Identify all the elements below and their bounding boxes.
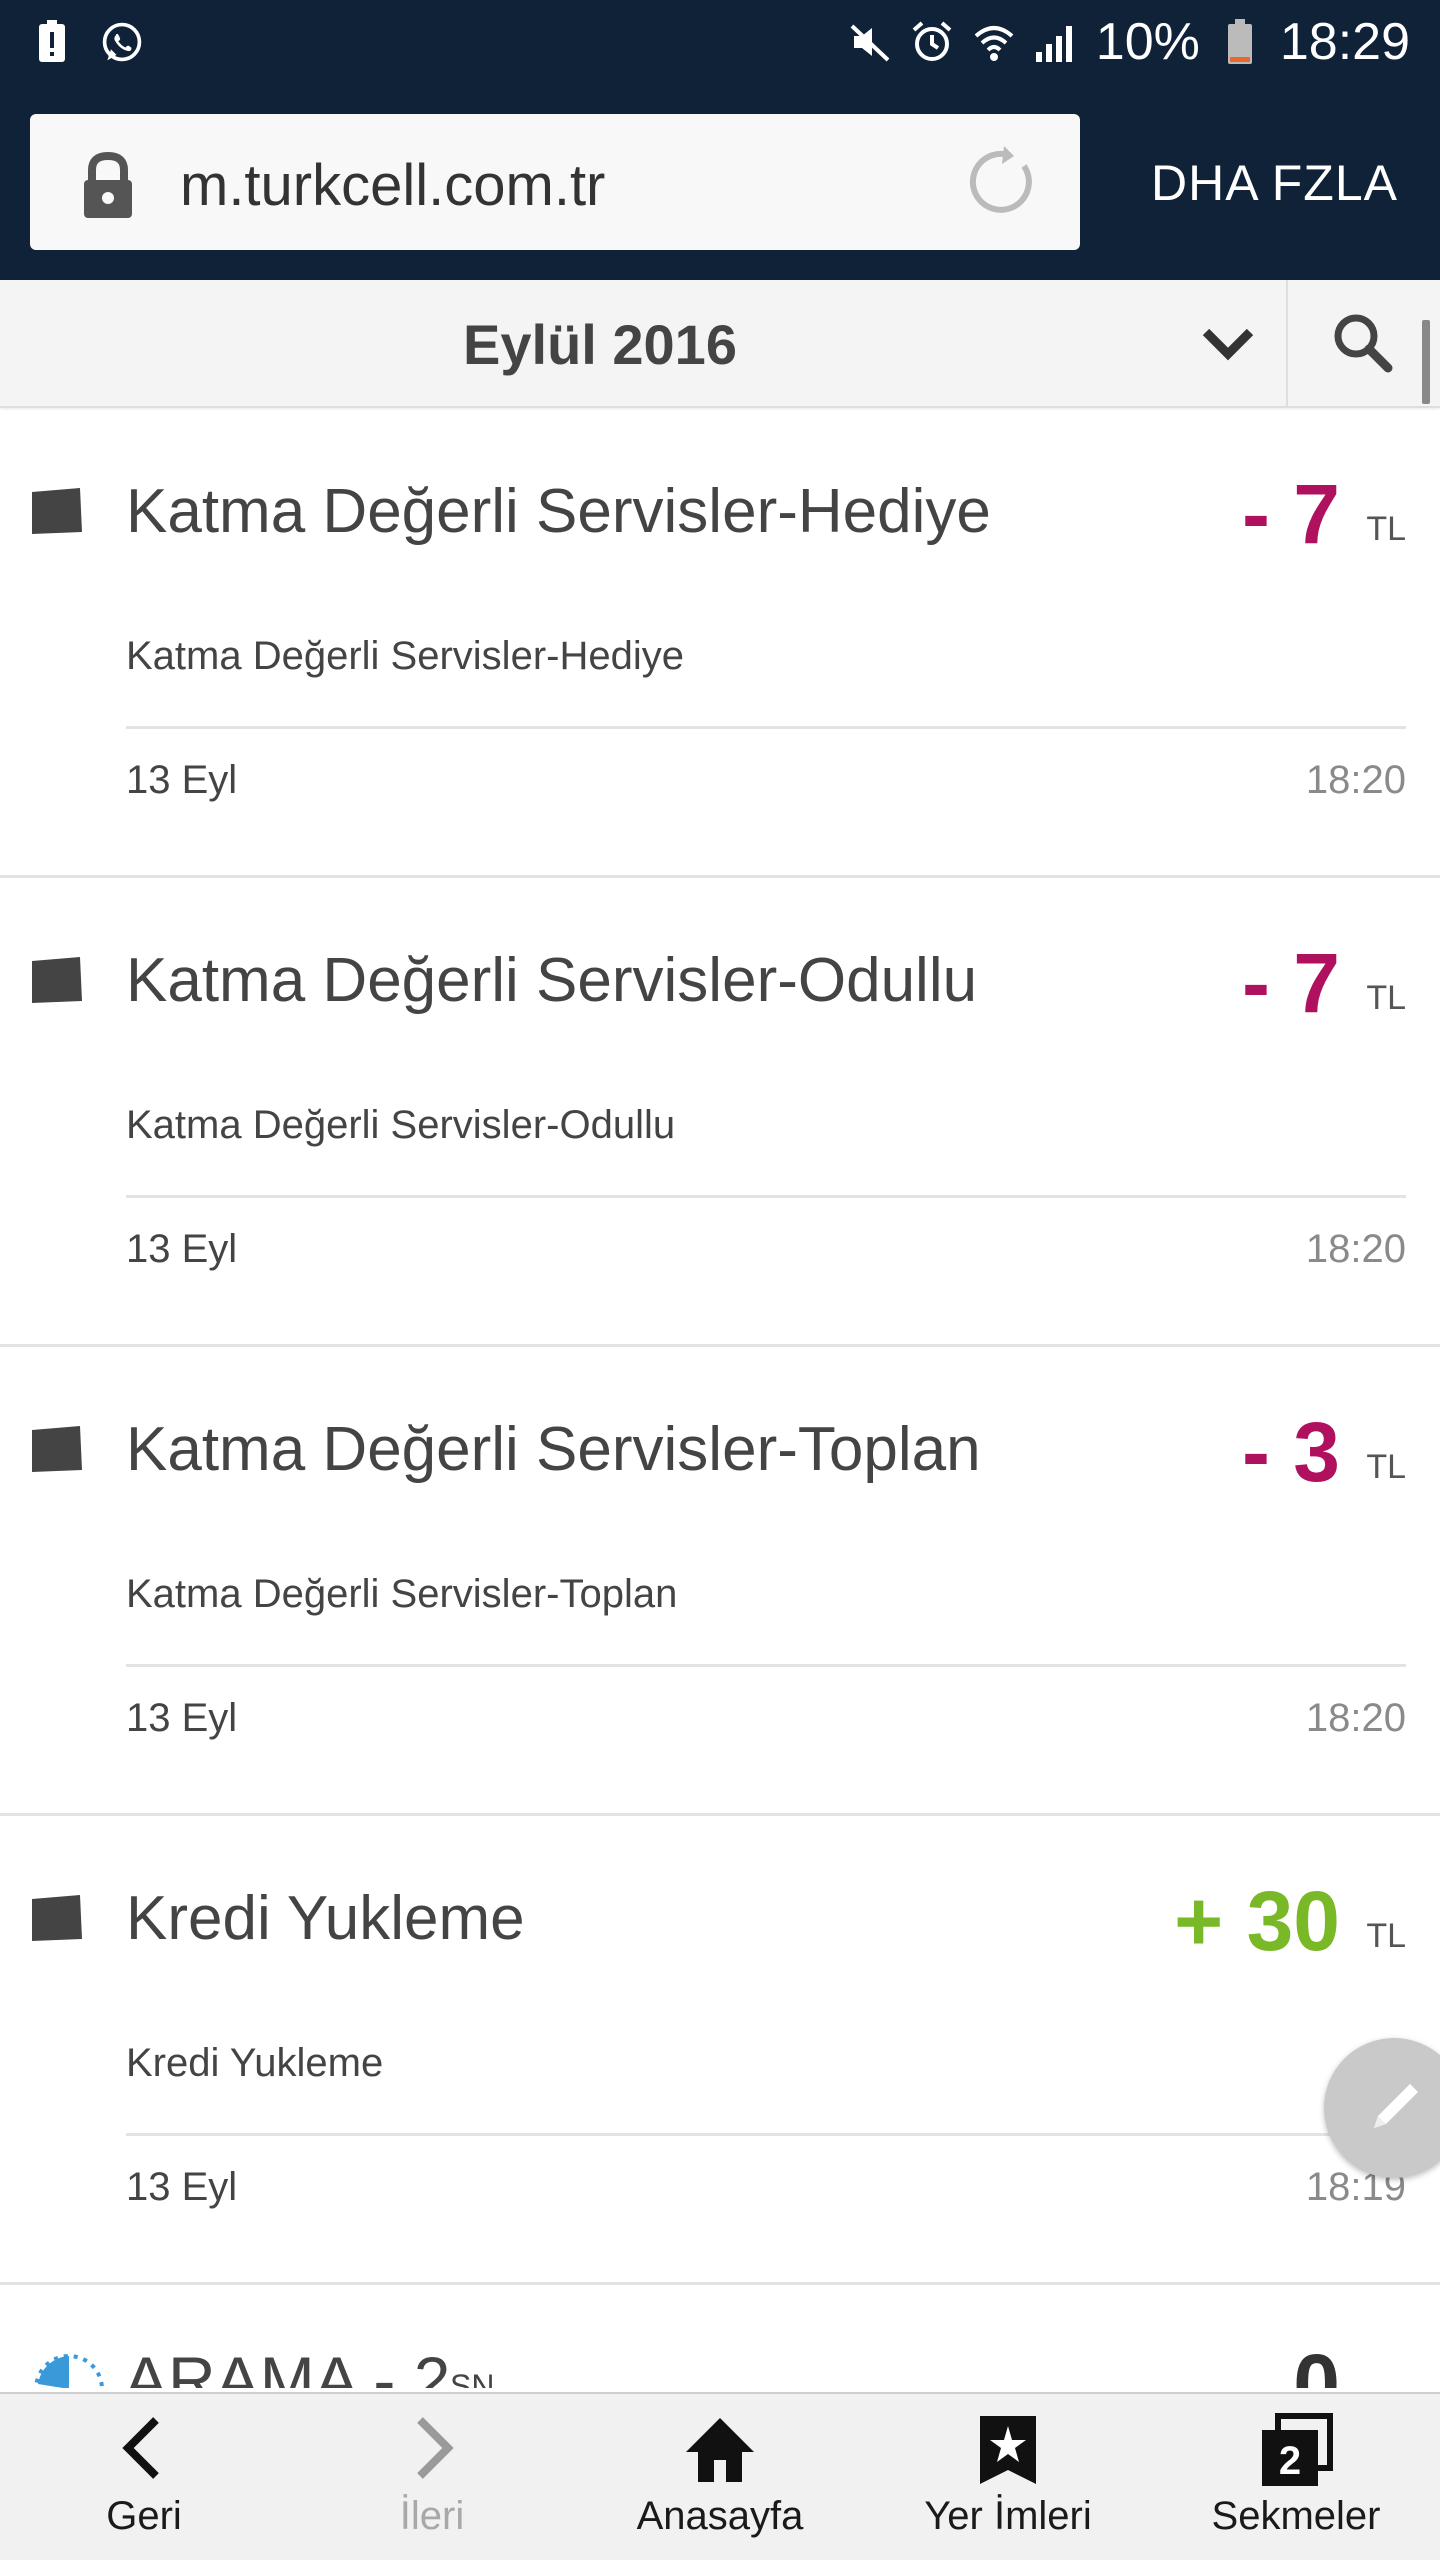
lock-icon — [78, 150, 138, 220]
transaction-date: 13 Eyl — [126, 1227, 238, 1271]
reload-icon[interactable] — [964, 144, 1040, 220]
transaction-amount: + 30 — [1174, 1874, 1340, 1968]
transaction-description: Katma Değerli Servisler-Hediye — [126, 634, 684, 678]
transaction-title: Kredi Yukleme — [126, 1884, 525, 1953]
browser-bottom-nav: Geri İleri Anasayfa Yer İmleri 2 Sekmele… — [0, 2392, 1440, 2560]
whatsapp-icon — [100, 20, 144, 64]
transaction-time: 18:20 — [1305, 1696, 1406, 1740]
chevron-right-icon — [392, 2410, 472, 2490]
wifi-icon — [972, 20, 1016, 64]
transaction-card[interactable]: Katma Değerli Servisler-Hediye - 7 TL Ka… — [0, 410, 1440, 878]
divider — [126, 2133, 1406, 2136]
unit-label: SN — [450, 2368, 495, 2388]
transaction-title: ARAMA - 2 — [124, 2343, 451, 2388]
currency-label: TL — [1366, 510, 1406, 548]
month-selector[interactable]: Eylül 2016 — [0, 280, 1440, 408]
back-button[interactable]: Geri — [0, 2394, 288, 2560]
nav-label: Yer İmleri — [924, 2494, 1092, 2538]
nav-label: İleri — [399, 2494, 465, 2538]
transaction-card[interactable]: Kredi Yukleme + 30 TL Kredi Yukleme 13 E… — [0, 1817, 1440, 2285]
category-flag-icon — [30, 1895, 84, 1941]
transaction-date: 13 Eyl — [126, 758, 238, 802]
divider — [126, 1195, 1406, 1198]
search-icon[interactable] — [1330, 310, 1394, 374]
battery-alert-icon — [30, 20, 74, 64]
transaction-date: 13 Eyl — [126, 1696, 238, 1740]
bookmarks-button[interactable]: Yer İmleri — [864, 2394, 1152, 2560]
divider — [126, 726, 1406, 729]
divider — [1286, 280, 1288, 408]
url-text[interactable]: m.turkcell.com.tr — [180, 152, 605, 219]
currency-label: TL — [1366, 979, 1406, 1017]
transaction-amount: 0 — [1293, 2337, 1340, 2388]
address-bar[interactable]: m.turkcell.com.tr — [30, 114, 1080, 250]
category-flag-icon — [30, 957, 84, 1003]
battery-icon — [1218, 19, 1262, 64]
transaction-card-partial[interactable]: ARAMA - 2 SN 0 — [0, 2288, 1440, 2388]
transaction-description: Kredi Yukleme — [126, 2041, 384, 2085]
home-button[interactable]: Anasayfa — [576, 2394, 864, 2560]
battery-percent: 10% — [1095, 13, 1200, 71]
tab-count-badge: 2 — [1279, 2439, 1301, 2483]
home-icon — [680, 2410, 760, 2490]
transaction-amount: - 7 — [1241, 936, 1340, 1030]
nav-label: Geri — [106, 2494, 182, 2538]
more-button[interactable]: DHA FZLA — [1151, 154, 1398, 212]
currency-label: TL — [1366, 1448, 1406, 1486]
transaction-date: 13 Eyl — [126, 2165, 238, 2209]
chevron-down-icon[interactable] — [1198, 314, 1258, 374]
transaction-time: 18:20 — [1305, 758, 1406, 802]
category-flag-icon — [30, 488, 84, 534]
alarm-icon — [910, 20, 954, 64]
month-label[interactable]: Eylül 2016 — [0, 312, 1200, 377]
transaction-card[interactable]: Katma Değerli Servisler-Odullu - 7 TL Ka… — [0, 879, 1440, 1347]
transaction-title: Katma Değerli Servisler-Hediye — [126, 477, 991, 546]
transaction-description: Katma Değerli Servisler-Toplan — [126, 1572, 678, 1616]
transaction-title: Katma Değerli Servisler-Odullu — [126, 946, 978, 1015]
category-flag-icon — [30, 1426, 84, 1472]
nav-label: Sekmeler — [1211, 2494, 1381, 2538]
bookmark-star-icon — [968, 2410, 1048, 2490]
mute-icon — [848, 20, 892, 64]
transaction-description: Katma Değerli Servisler-Odullu — [126, 1103, 676, 1147]
browser-toolbar: m.turkcell.com.tr DHA FZLA — [0, 84, 1440, 280]
status-left — [30, 20, 144, 64]
transaction-amount: - 7 — [1241, 467, 1340, 561]
forward-button[interactable]: İleri — [288, 2394, 576, 2560]
nav-label: Anasayfa — [636, 2494, 804, 2538]
tabs-button[interactable]: 2 Sekmeler — [1152, 2394, 1440, 2560]
status-right: 10% 18:29 — [848, 12, 1410, 72]
transaction-time: 18:20 — [1305, 1227, 1406, 1271]
call-progress-icon — [34, 2354, 104, 2388]
transaction-amount: - 3 — [1241, 1405, 1340, 1499]
chevron-left-icon — [104, 2410, 184, 2490]
transaction-card[interactable]: Katma Değerli Servisler-Toplan - 3 TL Ka… — [0, 1348, 1440, 1816]
scroll-indicator — [1422, 320, 1430, 404]
transaction-title: Katma Değerli Servisler-Toplan — [126, 1415, 981, 1484]
signal-icon — [1034, 20, 1078, 64]
currency-label: TL — [1366, 1917, 1406, 1955]
divider — [126, 1664, 1406, 1667]
tabs-icon: 2 — [1256, 2410, 1336, 2490]
clock: 18:29 — [1279, 13, 1410, 71]
status-bar: 10% 18:29 — [0, 0, 1440, 84]
